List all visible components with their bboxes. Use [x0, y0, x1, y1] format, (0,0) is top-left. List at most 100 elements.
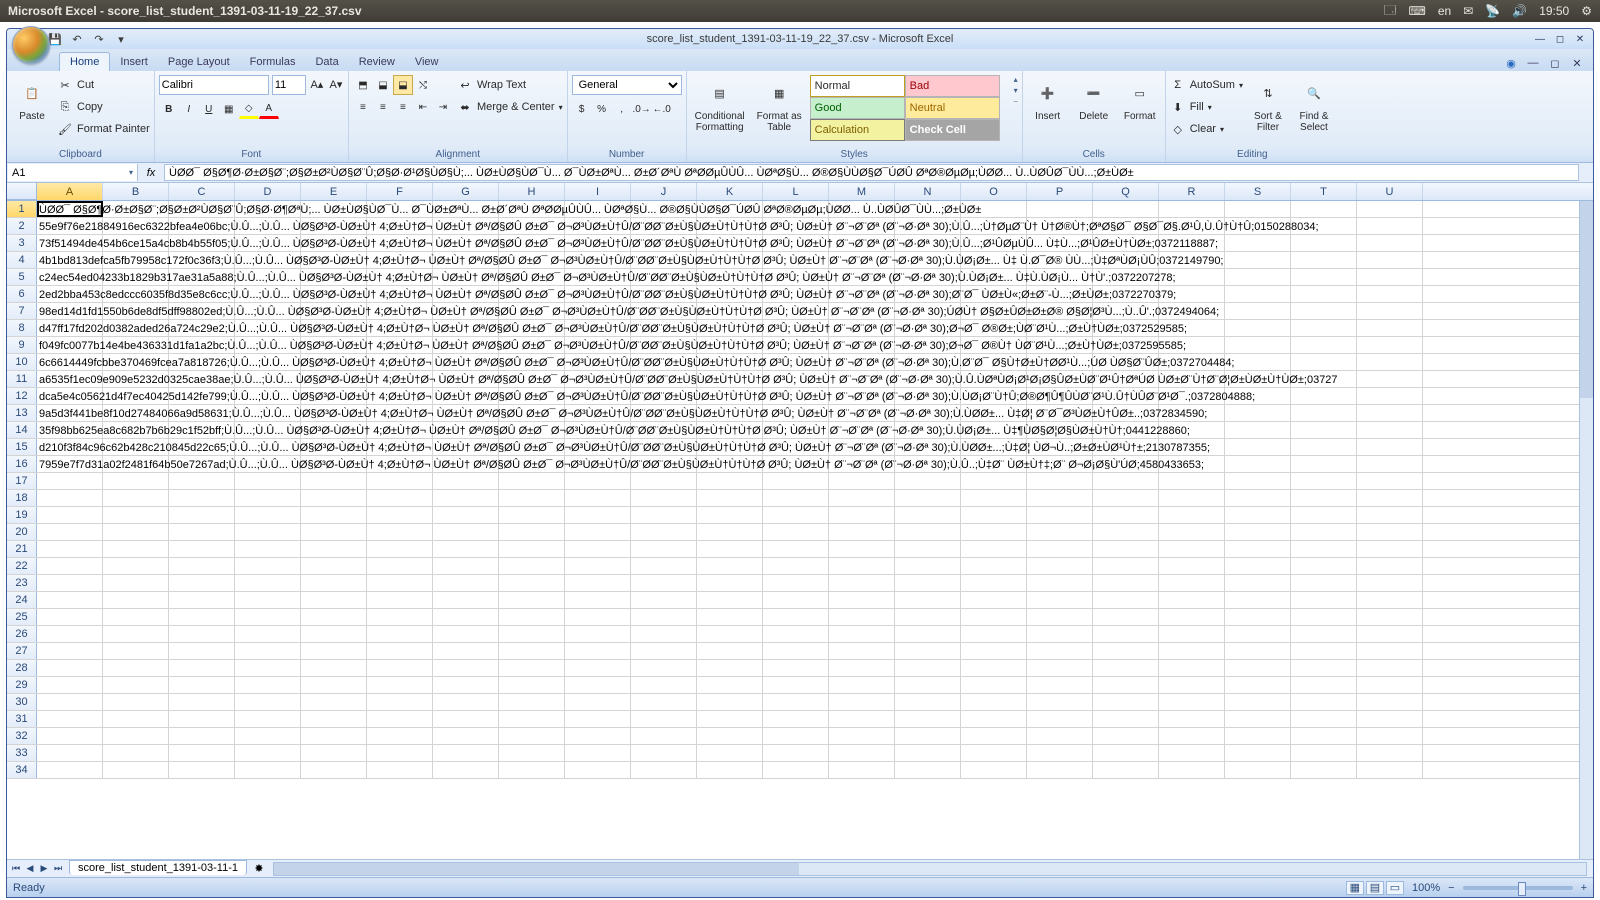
- row-header[interactable]: 7: [7, 303, 37, 319]
- close-workbook-icon[interactable]: ✕: [1569, 55, 1585, 71]
- format-as-table-button[interactable]: ▦Format as Table: [753, 75, 806, 135]
- name-box[interactable]: A1▾: [8, 164, 138, 181]
- wrap-text-button[interactable]: ↩Wrap Text: [457, 75, 563, 95]
- cell[interactable]: [631, 609, 697, 625]
- power-icon[interactable]: ⚙: [1581, 4, 1592, 18]
- cell[interactable]: [829, 558, 895, 574]
- cell[interactable]: [1291, 252, 1357, 268]
- style-bad[interactable]: Bad: [905, 75, 1000, 97]
- border-button[interactable]: ▦: [219, 99, 239, 119]
- cell[interactable]: [1093, 711, 1159, 727]
- cell[interactable]: [631, 694, 697, 710]
- cell[interactable]: [1159, 677, 1225, 693]
- cell[interactable]: [235, 524, 301, 540]
- cell[interactable]: [103, 507, 169, 523]
- cell[interactable]: [763, 677, 829, 693]
- cell[interactable]: [1027, 490, 1093, 506]
- cell[interactable]: [169, 745, 235, 761]
- row-header[interactable]: 20: [7, 524, 37, 540]
- cell[interactable]: [499, 609, 565, 625]
- cell[interactable]: [1291, 235, 1357, 251]
- cell[interactable]: [895, 490, 961, 506]
- row-header[interactable]: 10: [7, 354, 37, 370]
- cell[interactable]: [103, 762, 169, 778]
- align-left-icon[interactable]: ≡: [353, 97, 373, 117]
- cell[interactable]: [1159, 626, 1225, 642]
- cell[interactable]: [1093, 728, 1159, 744]
- cell[interactable]: [1357, 269, 1423, 285]
- cell[interactable]: [367, 473, 433, 489]
- tab-view[interactable]: View: [405, 53, 449, 71]
- column-header[interactable]: N: [895, 183, 961, 200]
- row-header[interactable]: 29: [7, 677, 37, 693]
- cell[interactable]: [301, 711, 367, 727]
- cell[interactable]: [169, 728, 235, 744]
- cell[interactable]: [697, 541, 763, 557]
- cell[interactable]: [169, 473, 235, 489]
- cell[interactable]: [763, 592, 829, 608]
- cell[interactable]: [1357, 439, 1423, 455]
- cell[interactable]: [1225, 524, 1291, 540]
- cell[interactable]: [565, 728, 631, 744]
- cell[interactable]: [565, 762, 631, 778]
- cell[interactable]: 6c6614449fcbbe370469fcea7a818726;Ù.Û...;…: [37, 354, 103, 370]
- row-header[interactable]: 12: [7, 388, 37, 404]
- row-header[interactable]: 17: [7, 473, 37, 489]
- cell[interactable]: [103, 643, 169, 659]
- cell[interactable]: [829, 575, 895, 591]
- cell[interactable]: [631, 490, 697, 506]
- cut-button[interactable]: ✂Cut: [57, 75, 150, 95]
- cell[interactable]: [1159, 592, 1225, 608]
- cell[interactable]: [499, 626, 565, 642]
- insert-cells-button[interactable]: ➕Insert: [1027, 75, 1069, 124]
- cell[interactable]: [697, 575, 763, 591]
- column-header[interactable]: C: [169, 183, 235, 200]
- cell[interactable]: [499, 473, 565, 489]
- cell[interactable]: [895, 575, 961, 591]
- cell[interactable]: [1159, 473, 1225, 489]
- tab-page-layout[interactable]: Page Layout: [158, 53, 240, 71]
- cell[interactable]: [565, 609, 631, 625]
- row-header[interactable]: 1: [7, 201, 37, 217]
- cell[interactable]: [103, 626, 169, 642]
- gallery-up-icon[interactable]: ▴: [1014, 75, 1018, 84]
- cell[interactable]: [1291, 490, 1357, 506]
- row-header[interactable]: 24: [7, 592, 37, 608]
- row-header[interactable]: 21: [7, 541, 37, 557]
- cell[interactable]: [961, 541, 1027, 557]
- align-middle-icon[interactable]: ⬓: [373, 75, 393, 95]
- cell[interactable]: [1159, 694, 1225, 710]
- cell[interactable]: [1291, 337, 1357, 353]
- cell[interactable]: [1291, 320, 1357, 336]
- cell[interactable]: [961, 643, 1027, 659]
- align-bottom-icon[interactable]: ⬓: [393, 75, 413, 95]
- cell[interactable]: [1291, 660, 1357, 676]
- cell[interactable]: [1291, 677, 1357, 693]
- gallery-more-icon[interactable]: ⎯: [1014, 97, 1018, 107]
- column-header[interactable]: S: [1225, 183, 1291, 200]
- cell[interactable]: [1225, 643, 1291, 659]
- row-header[interactable]: 33: [7, 745, 37, 761]
- cell[interactable]: [499, 711, 565, 727]
- cell[interactable]: [565, 592, 631, 608]
- cell[interactable]: [1225, 456, 1291, 472]
- cell[interactable]: [1093, 660, 1159, 676]
- cell[interactable]: [367, 490, 433, 506]
- font-color-button[interactable]: A: [259, 99, 279, 119]
- align-center-icon[interactable]: ≡: [373, 97, 393, 117]
- cell[interactable]: [235, 575, 301, 591]
- row-header[interactable]: 5: [7, 269, 37, 285]
- cell[interactable]: [697, 728, 763, 744]
- cell[interactable]: [1357, 235, 1423, 251]
- column-header[interactable]: L: [763, 183, 829, 200]
- cell[interactable]: [37, 558, 103, 574]
- cell[interactable]: [1225, 694, 1291, 710]
- keyboard-icon[interactable]: ⌨: [1409, 4, 1426, 18]
- cell[interactable]: [1093, 694, 1159, 710]
- cell[interactable]: [895, 677, 961, 693]
- cell[interactable]: [433, 677, 499, 693]
- cell[interactable]: [301, 541, 367, 557]
- row-header[interactable]: 3: [7, 235, 37, 251]
- cell[interactable]: [1357, 337, 1423, 353]
- cell[interactable]: [961, 728, 1027, 744]
